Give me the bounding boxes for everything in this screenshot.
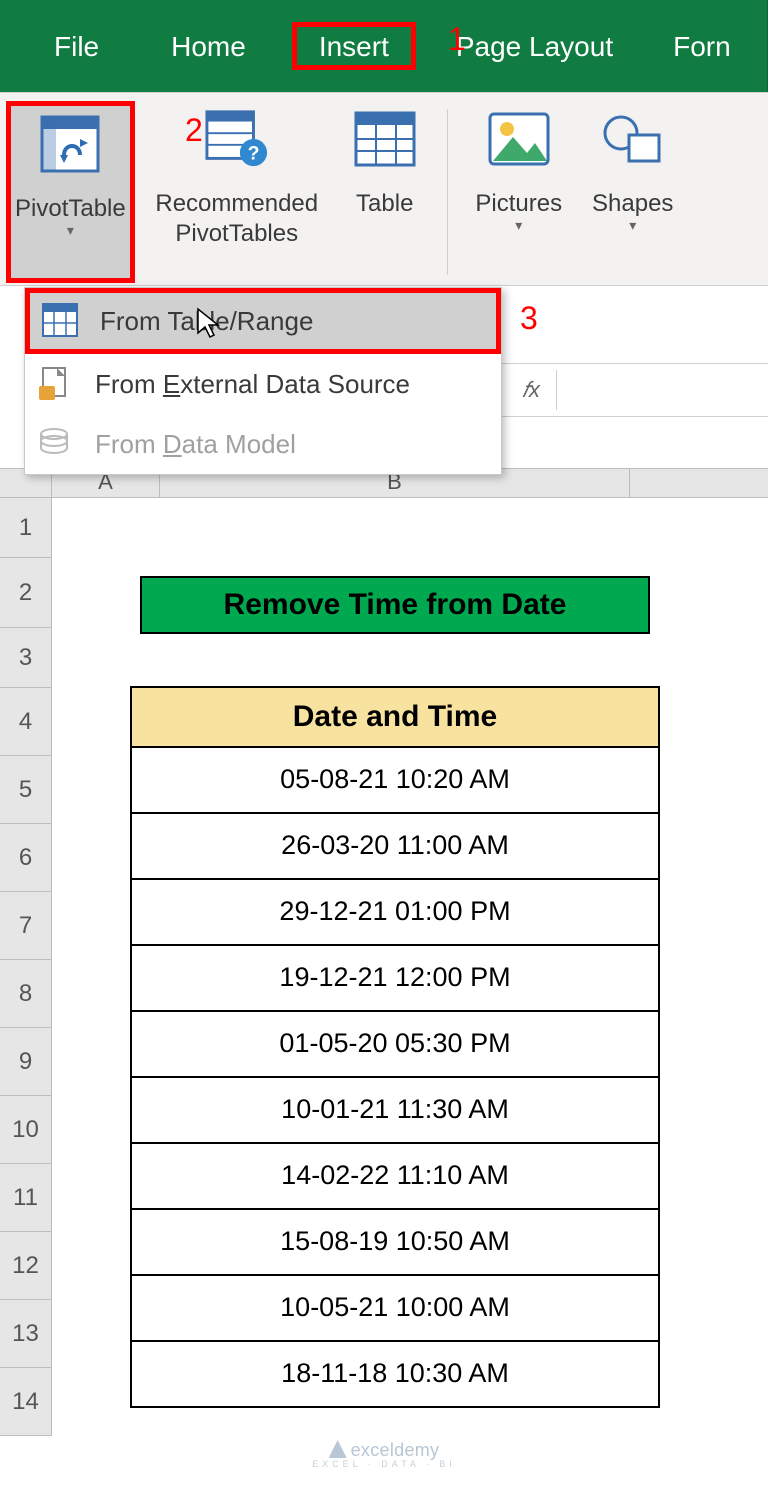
worksheet-grid[interactable]: 1 2 3 4 5 6 7 8 9 10 11 12 13 14 Remove … xyxy=(0,498,768,1436)
callout-1: 1 xyxy=(448,21,466,58)
watermark-icon xyxy=(329,1440,347,1458)
pictures-label: Pictures xyxy=(475,189,562,219)
formula-input[interactable] xyxy=(556,370,768,410)
tab-insert[interactable]: Insert xyxy=(292,22,416,70)
table-row[interactable]: 10-05-21 10:00 AM xyxy=(130,1276,660,1342)
table-row[interactable]: 26-03-20 11:00 AM xyxy=(130,814,660,880)
external-source-icon xyxy=(37,366,73,402)
table-icon xyxy=(353,107,417,171)
row-2[interactable]: 2 xyxy=(0,558,52,628)
menu-from-model-label: From Data Model xyxy=(95,429,296,460)
table-button[interactable]: Table xyxy=(335,101,435,283)
menu-from-data-model: From Data Model xyxy=(25,414,501,474)
recommended-label-2: PivotTables xyxy=(175,219,298,249)
row-11[interactable]: 11 xyxy=(0,1164,52,1232)
pictures-icon xyxy=(487,107,551,171)
recommended-label-1: Recommended xyxy=(155,189,318,219)
table-row[interactable]: 14-02-22 11:10 AM xyxy=(130,1144,660,1210)
table-label: Table xyxy=(356,189,413,219)
data-model-icon xyxy=(37,426,73,462)
chevron-down-icon: ▾ xyxy=(67,222,74,240)
data-table: Date and Time 05-08-21 10:20 AM 26-03-20… xyxy=(130,686,660,1408)
pictures-button[interactable]: Pictures ▾ xyxy=(460,101,578,283)
row-10[interactable]: 10 xyxy=(0,1096,52,1164)
row-6[interactable]: 6 xyxy=(0,824,52,892)
row-12[interactable]: 12 xyxy=(0,1232,52,1300)
fx-label: 𝑓x xyxy=(522,377,540,403)
pivottable-button[interactable]: PivotTable ▾ xyxy=(11,110,130,242)
menu-from-table-range[interactable]: From Table/Range xyxy=(25,288,501,354)
pivottable-dropdown: From Table/Range From External Data Sour… xyxy=(24,287,502,475)
table-row[interactable]: 05-08-21 10:20 AM xyxy=(130,748,660,814)
pivottable-icon xyxy=(38,112,102,176)
row-7[interactable]: 7 xyxy=(0,892,52,960)
ribbon-separator xyxy=(447,109,448,275)
watermark: exceldemy EXCEL · DATA · BI xyxy=(0,1440,768,1469)
ribbon-body: PivotTable ▾ ? Recommended PivotTables xyxy=(0,92,768,286)
recommended-pivottables-button[interactable]: ? Recommended PivotTables xyxy=(139,101,335,283)
table-range-icon xyxy=(42,303,78,339)
row-14[interactable]: 14 xyxy=(0,1368,52,1436)
svg-text:?: ? xyxy=(247,142,259,164)
cursor-icon xyxy=(196,307,222,339)
recommended-pivottables-icon: ? xyxy=(205,107,269,171)
chevron-down-icon: ▾ xyxy=(515,217,522,235)
pivottable-button-highlight: PivotTable ▾ xyxy=(6,101,135,283)
table-row[interactable]: 10-01-21 11:30 AM xyxy=(130,1078,660,1144)
row-4[interactable]: 4 xyxy=(0,688,52,756)
shapes-label: Shapes xyxy=(592,189,673,219)
table-row[interactable]: 15-08-19 10:50 AM xyxy=(130,1210,660,1276)
table-row[interactable]: 29-12-21 01:00 PM xyxy=(130,880,660,946)
row-5[interactable]: 5 xyxy=(0,756,52,824)
shapes-icon xyxy=(601,107,665,171)
tab-file[interactable]: File xyxy=(28,25,125,67)
menu-from-external[interactable]: From External Data Source xyxy=(25,354,501,414)
callout-3: 3 xyxy=(520,300,538,337)
row-8[interactable]: 8 xyxy=(0,960,52,1028)
table-row[interactable]: 18-11-18 10:30 AM xyxy=(130,1342,660,1408)
tab-formulas-partial[interactable]: Forn xyxy=(647,25,731,67)
row-1[interactable]: 1 xyxy=(0,498,52,558)
callout-2: 2 xyxy=(185,112,203,149)
sheet-title: Remove Time from Date xyxy=(140,576,650,634)
menu-from-external-label: From External Data Source xyxy=(95,369,410,400)
table-header: Date and Time xyxy=(130,686,660,748)
table-row[interactable]: 01-05-20 05:30 PM xyxy=(130,1012,660,1078)
shapes-button[interactable]: Shapes ▾ xyxy=(578,101,688,283)
row-9[interactable]: 9 xyxy=(0,1028,52,1096)
pivottable-label: PivotTable xyxy=(15,194,126,224)
formula-bar: 𝑓x xyxy=(502,363,768,417)
ribbon-tabs: File Home Insert Page Layout Forn xyxy=(0,0,768,92)
table-row[interactable]: 19-12-21 12:00 PM xyxy=(130,946,660,1012)
chevron-down-icon: ▾ xyxy=(629,217,636,235)
row-3[interactable]: 3 xyxy=(0,628,52,688)
tab-home[interactable]: Home xyxy=(145,25,272,67)
row-13[interactable]: 13 xyxy=(0,1300,52,1368)
